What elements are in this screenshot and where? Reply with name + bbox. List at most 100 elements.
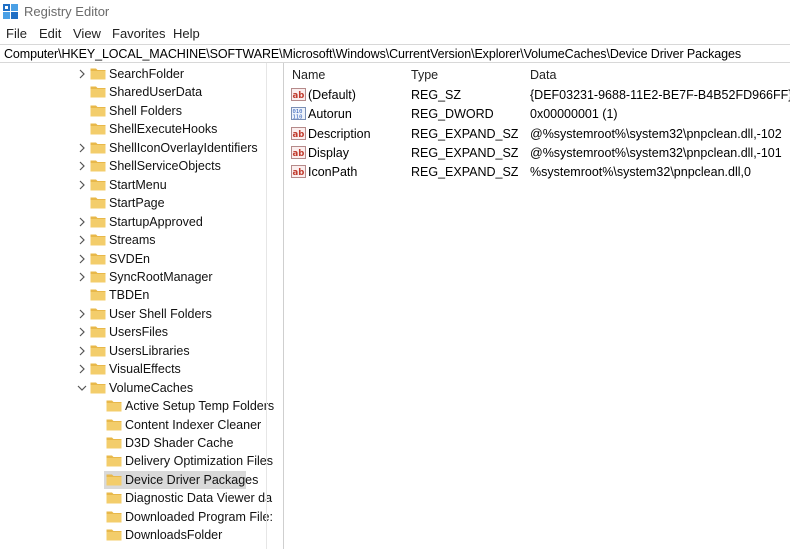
chevron-right-icon[interactable] xyxy=(77,363,87,375)
folder-icon xyxy=(90,233,106,246)
value-name: Description xyxy=(308,126,371,141)
folder-icon xyxy=(106,454,122,467)
tree-item[interactable]: SearchFolder xyxy=(0,65,266,83)
chevron-right-icon[interactable] xyxy=(77,216,87,228)
folder-icon xyxy=(90,362,106,375)
column-header-type[interactable]: Type xyxy=(411,68,438,82)
menu-file[interactable]: File xyxy=(6,26,27,41)
tree-item[interactable]: VolumeCaches xyxy=(0,379,266,397)
tree-item[interactable]: ShellServiceObjects xyxy=(0,157,266,175)
chevron-right-icon[interactable] xyxy=(77,142,87,154)
tree-item[interactable]: Delivery Optimization Files xyxy=(0,452,273,470)
menu-view[interactable]: View xyxy=(73,26,101,41)
tree-item-label: StartupApproved xyxy=(109,214,203,229)
value-row[interactable]: ab (Default) REG_SZ {DEF03231-9688-11E2-BE7… xyxy=(287,85,790,104)
tree-item[interactable]: StartPage xyxy=(0,194,266,212)
chevron-right-icon[interactable] xyxy=(77,271,87,283)
tree-item[interactable]: Shell Folders xyxy=(0,102,266,120)
value-row[interactable]: ab Display REG_EXPAND_SZ @%systemroot%\syst… xyxy=(287,143,790,162)
svg-text:ab: ab xyxy=(293,130,305,140)
tree-item[interactable]: Active Setup Temp Folders xyxy=(0,397,274,415)
tree-item-label: Downloaded Program File: xyxy=(125,509,273,524)
tree-item[interactable]: SharedUserData xyxy=(0,83,266,101)
tree-item[interactable]: VisualEffects xyxy=(0,360,266,378)
value-list-pane[interactable]: Name Type Data ab (Default) REG_SZ {DEF0323… xyxy=(287,63,790,549)
folder-icon xyxy=(106,436,122,449)
tree-item[interactable]: DownloadsFolder xyxy=(0,526,266,544)
tree-item[interactable]: Device Driver Packages xyxy=(0,470,266,489)
folder-icon xyxy=(90,252,106,265)
svg-text:ab: ab xyxy=(293,149,305,159)
tree-item-label: StartMenu xyxy=(109,177,167,192)
value-data: @%systemroot%\system32\pnpclean.dll,-102 xyxy=(530,126,782,141)
tree-item[interactable]: UsersFiles xyxy=(0,323,266,341)
value-type: REG_EXPAND_SZ xyxy=(411,145,519,160)
chevron-right-icon[interactable] xyxy=(77,160,87,172)
address-bar[interactable]: Computer\HKEY_LOCAL_MACHINE\SOFTWARE\Mic… xyxy=(0,44,790,63)
chevron-right-icon[interactable] xyxy=(77,68,87,80)
tree-item-label: UsersFiles xyxy=(109,325,169,340)
chevron-down-icon[interactable] xyxy=(77,382,87,394)
tree-item-label: Diagnostic Data Viewer da xyxy=(125,491,273,506)
folder-icon xyxy=(106,418,122,431)
chevron-right-icon[interactable] xyxy=(77,253,87,265)
chevron-right-icon[interactable] xyxy=(77,179,87,191)
tree-item-label: SharedUserData xyxy=(109,85,203,100)
value-type: REG_DWORD xyxy=(411,107,494,122)
value-row[interactable]: ab Description REG_EXPAND_SZ @%systemroot%\… xyxy=(287,124,790,143)
tree-item[interactable]: Diagnostic Data Viewer da xyxy=(0,489,272,507)
tree-item-label: VisualEffects xyxy=(109,362,181,377)
tree-item[interactable]: StartMenu xyxy=(0,176,266,194)
tree-item-label: Active Setup Temp Folders xyxy=(125,399,275,414)
column-header-data[interactable]: Data xyxy=(530,68,556,82)
binary-value-icon: 010 110 xyxy=(291,107,306,121)
value-name: Display xyxy=(308,145,349,160)
tree-item-label: UsersLibraries xyxy=(109,343,190,358)
folder-icon xyxy=(90,67,106,80)
folder-icon xyxy=(90,344,106,357)
value-row[interactable]: ab IconPath REG_EXPAND_SZ %systemroot%\syst… xyxy=(287,162,790,181)
tree-item[interactable]: D3D Shader Cache xyxy=(0,434,266,452)
folder-icon xyxy=(106,399,122,412)
string-value-icon: ab xyxy=(291,88,306,101)
column-header-name[interactable]: Name xyxy=(292,68,325,82)
svg-text:ab: ab xyxy=(293,91,305,101)
tree-item-label: D3D Shader Cache xyxy=(125,436,234,450)
folder-icon xyxy=(106,491,122,504)
value-row[interactable]: 010 110 Autorun REG_DWORD 0x00000001 (1) xyxy=(287,104,790,123)
tree-item[interactable]: SyncRootManager xyxy=(0,268,266,286)
menu-edit[interactable]: Edit xyxy=(39,26,61,41)
key-tree-pane[interactable]: SearchFolder SharedUserData Shell Folders S… xyxy=(0,63,284,549)
folder-icon xyxy=(90,307,106,320)
tree-item-label: Content Indexer Cleaner xyxy=(125,417,262,432)
string-value-icon: ab xyxy=(291,145,306,159)
chevron-right-icon[interactable] xyxy=(77,234,87,246)
chevron-right-icon[interactable] xyxy=(77,326,87,338)
tree-item[interactable]: Content Indexer Cleaner xyxy=(0,416,266,434)
folder-icon xyxy=(90,159,106,172)
tree-item-label: Shell Folders xyxy=(109,103,182,118)
address-path[interactable]: Computer\HKEY_LOCAL_MACHINE\SOFTWARE\Mic… xyxy=(4,47,741,61)
menu-help[interactable]: Help xyxy=(173,26,200,41)
value-data: @%systemroot%\system32\pnpclean.dll,-101 xyxy=(530,145,782,160)
tree-item[interactable]: TBDEn xyxy=(0,286,266,304)
tree-scroll-edge xyxy=(266,63,267,549)
folder-icon xyxy=(90,196,106,209)
value-name: IconPath xyxy=(308,165,358,180)
folder-icon xyxy=(106,510,122,523)
value-data: %systemroot%\system32\pnpclean.dll,0 xyxy=(530,165,751,180)
tree-item[interactable]: ShellIconOverlayIdentifiers xyxy=(0,139,266,157)
folder-icon xyxy=(90,85,106,98)
chevron-right-icon[interactable] xyxy=(77,345,87,357)
tree-item[interactable]: UsersLibraries xyxy=(0,342,266,360)
chevron-right-icon[interactable] xyxy=(77,308,87,320)
menu-favorites[interactable]: Favorites xyxy=(112,26,165,41)
folder-icon xyxy=(90,141,106,154)
tree-item[interactable]: ShellExecuteHooks xyxy=(0,120,266,138)
tree-item[interactable]: Streams xyxy=(0,231,266,249)
tree-item[interactable]: StartupApproved xyxy=(0,213,266,231)
tree-item[interactable]: Downloaded Program File: xyxy=(0,508,273,526)
tree-item[interactable]: SVDEn xyxy=(0,250,266,268)
tree-item[interactable]: User Shell Folders xyxy=(0,305,266,323)
folder-icon xyxy=(90,215,106,228)
